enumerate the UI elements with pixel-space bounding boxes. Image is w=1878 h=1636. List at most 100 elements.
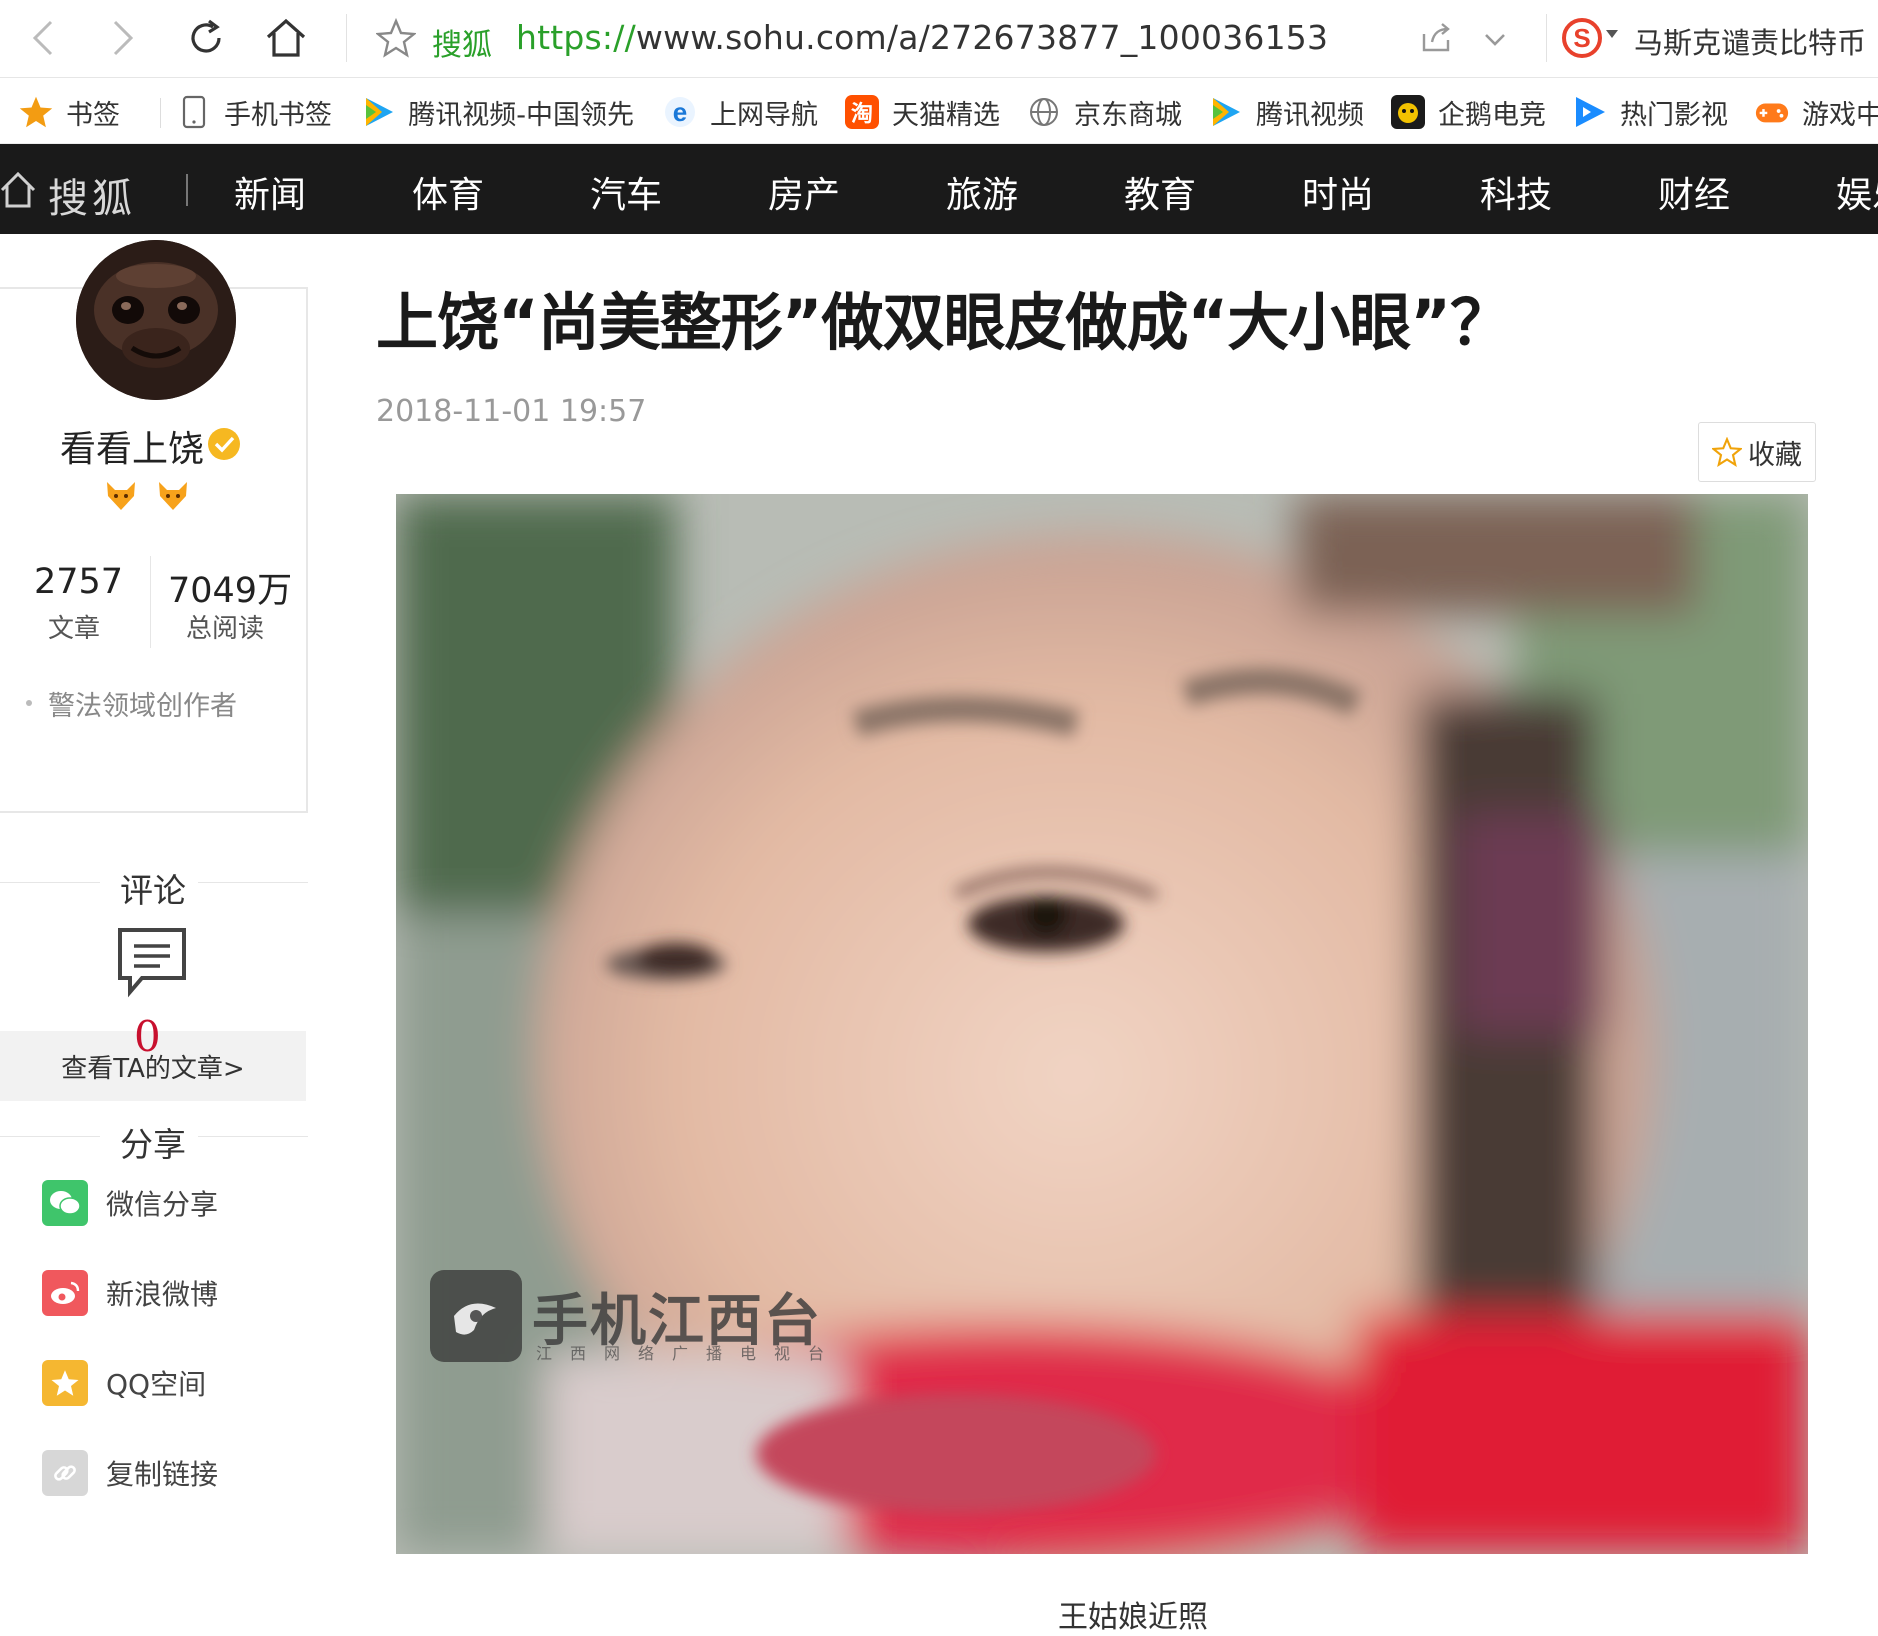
nav-item-tech[interactable]: 科技 xyxy=(1480,166,1552,218)
bookmark-label: 腾讯视频-中国领先 xyxy=(408,99,634,131)
bookmark-star-button[interactable] xyxy=(374,17,418,58)
bookmark-item-game-center[interactable]: 游戏中心 xyxy=(1754,92,1878,132)
share-label: 微信分享 xyxy=(106,1188,219,1221)
nav-item-travel[interactable]: 旅游 xyxy=(946,166,1018,218)
star-outline-icon xyxy=(374,17,418,58)
share-qzone-button[interactable]: QQ空间 xyxy=(42,1360,206,1406)
taobao-icon: 淘 xyxy=(844,94,880,130)
copy-link-button[interactable]: 复制链接 xyxy=(42,1450,218,1496)
fox-badge-icon xyxy=(107,482,135,510)
star-icon xyxy=(18,94,54,130)
section-rule xyxy=(0,1136,100,1137)
forward-button[interactable] xyxy=(98,14,146,62)
share-title: 分享 xyxy=(120,1125,186,1164)
section-rule xyxy=(198,1136,308,1137)
reload-button[interactable] xyxy=(182,14,230,62)
bookmark-item-bookmarks[interactable]: 书签 xyxy=(18,92,120,132)
url-field[interactable]: https://www.sohu.com/a/272673877_1000361… xyxy=(516,18,1328,57)
collect-label: 收藏 xyxy=(1748,439,1802,471)
nav-item-education[interactable]: 教育 xyxy=(1124,166,1196,218)
reads-count: 7049万 xyxy=(168,571,293,611)
sohu-logo[interactable]: 搜狐 xyxy=(48,166,136,224)
stats-divider xyxy=(150,556,151,648)
link-icon xyxy=(42,1450,88,1496)
article-photo xyxy=(396,494,1808,1554)
bookmark-item-tencent-video[interactable]: 腾讯视频 xyxy=(1208,92,1364,132)
bookmark-label: 企鹅电竞 xyxy=(1438,99,1546,131)
svg-text:e: e xyxy=(673,97,687,127)
share-icon xyxy=(1422,23,1450,52)
article-timestamp: 2018-11-01 19:57 xyxy=(376,394,647,429)
author-name[interactable]: 看看上饶 xyxy=(60,420,204,472)
svg-text:S: S xyxy=(1573,23,1590,53)
play-icon xyxy=(1572,94,1608,130)
nav-item-finance[interactable]: 财经 xyxy=(1658,166,1730,218)
bookmark-item-tencent-video-home[interactable]: 腾讯视频-中国领先 xyxy=(362,92,634,132)
photo-caption: 王姑娘近照 xyxy=(1058,1600,1208,1635)
chevron-left-icon xyxy=(32,20,53,56)
chevron-down-icon xyxy=(1485,34,1505,46)
addressbar-divider-2 xyxy=(1546,14,1547,62)
sogou-logo-icon: S xyxy=(1562,18,1602,58)
bookmark-label: 腾讯视频 xyxy=(1256,99,1364,131)
bookmark-label: 京东商城 xyxy=(1074,99,1182,131)
bookmark-item-hot-movies[interactable]: 热门影视 xyxy=(1572,92,1728,132)
bookmark-label: 书签 xyxy=(66,99,120,131)
site-label: 搜狐 xyxy=(432,28,492,63)
avatar[interactable] xyxy=(76,240,236,400)
avatar-image xyxy=(76,240,236,400)
fox-badge-icon xyxy=(159,482,187,510)
share-weibo-button[interactable]: 新浪微博 xyxy=(42,1270,218,1316)
sohu-channel-nav: 搜狐 新闻 体育 汽车 房产 旅游 教育 时尚 科技 财经 娱乐 xyxy=(0,144,1878,234)
comment-icon[interactable] xyxy=(116,926,188,998)
bookmark-label: 手机书签 xyxy=(224,99,332,131)
url-path: www.sohu.com/a/272673877_100036153 xyxy=(635,18,1329,57)
address-bar: 搜狐 https://www.sohu.com/a/272673877_1000… xyxy=(0,0,1878,78)
hot-search-text[interactable]: 马斯克谴责比特币 xyxy=(1634,20,1866,62)
articles-count: 2757 xyxy=(34,562,124,602)
bookmark-item-web-nav[interactable]: e 上网导航 xyxy=(662,92,818,132)
comment-count[interactable]: 0 xyxy=(134,1012,161,1061)
nav-item-auto[interactable]: 汽车 xyxy=(590,166,662,218)
share-label: QQ空间 xyxy=(106,1368,207,1401)
share-label: 新浪微博 xyxy=(106,1278,219,1311)
svg-text:淘: 淘 xyxy=(851,101,873,127)
address-dropdown-button[interactable] xyxy=(1478,22,1512,56)
weibo-icon xyxy=(42,1270,88,1316)
bookmark-item-tmall[interactable]: 淘 天猫精选 xyxy=(844,92,1000,132)
sogou-search-button[interactable]: S xyxy=(1560,16,1604,60)
reads-label: 总阅读 xyxy=(186,614,265,644)
qzone-star-icon xyxy=(42,1360,88,1406)
nav-item-fashion[interactable]: 时尚 xyxy=(1302,166,1374,218)
bookmark-item-mobile[interactable]: 手机书签 xyxy=(176,92,332,132)
penguin-esports-icon xyxy=(1390,94,1426,130)
bookmarks-divider xyxy=(160,98,161,128)
globe-icon xyxy=(1026,94,1062,130)
comments-title: 评论 xyxy=(120,871,186,910)
blurred-portrait-image xyxy=(396,494,1808,1554)
nav-item-entertainment[interactable]: 娱乐 xyxy=(1836,166,1878,218)
addressbar-divider xyxy=(346,14,347,62)
share-wechat-button[interactable]: 微信分享 xyxy=(42,1180,218,1226)
home-icon xyxy=(266,18,306,57)
back-button[interactable] xyxy=(20,14,68,62)
bookmark-item-jd[interactable]: 京东商城 xyxy=(1026,92,1182,132)
verified-badge-icon xyxy=(208,428,240,460)
collect-button[interactable]: 收藏 xyxy=(1698,422,1816,482)
author-badges xyxy=(104,480,190,512)
section-rule xyxy=(198,882,308,883)
author-domain-tag: 警法领域创作者 xyxy=(48,691,237,722)
article-title: 上饶“尚美整形”做双眼皮做成“大小眼”？ xyxy=(376,286,1512,359)
home-outline-icon[interactable] xyxy=(0,170,36,210)
caret-down-icon[interactable] xyxy=(1606,30,1618,40)
nav-item-news[interactable]: 新闻 xyxy=(234,166,306,218)
jiangxi-tv-logo-icon xyxy=(430,1270,522,1362)
nav-item-house[interactable]: 房产 xyxy=(768,166,840,218)
home-button[interactable] xyxy=(262,14,310,62)
share-label: 复制链接 xyxy=(106,1458,219,1491)
articles-label: 文章 xyxy=(48,614,101,644)
share-page-button[interactable] xyxy=(1418,20,1454,56)
nav-item-sports[interactable]: 体育 xyxy=(412,166,484,218)
bookmark-item-penguin-esports[interactable]: 企鹅电竞 xyxy=(1390,92,1546,132)
tencent-video-icon xyxy=(362,94,396,130)
